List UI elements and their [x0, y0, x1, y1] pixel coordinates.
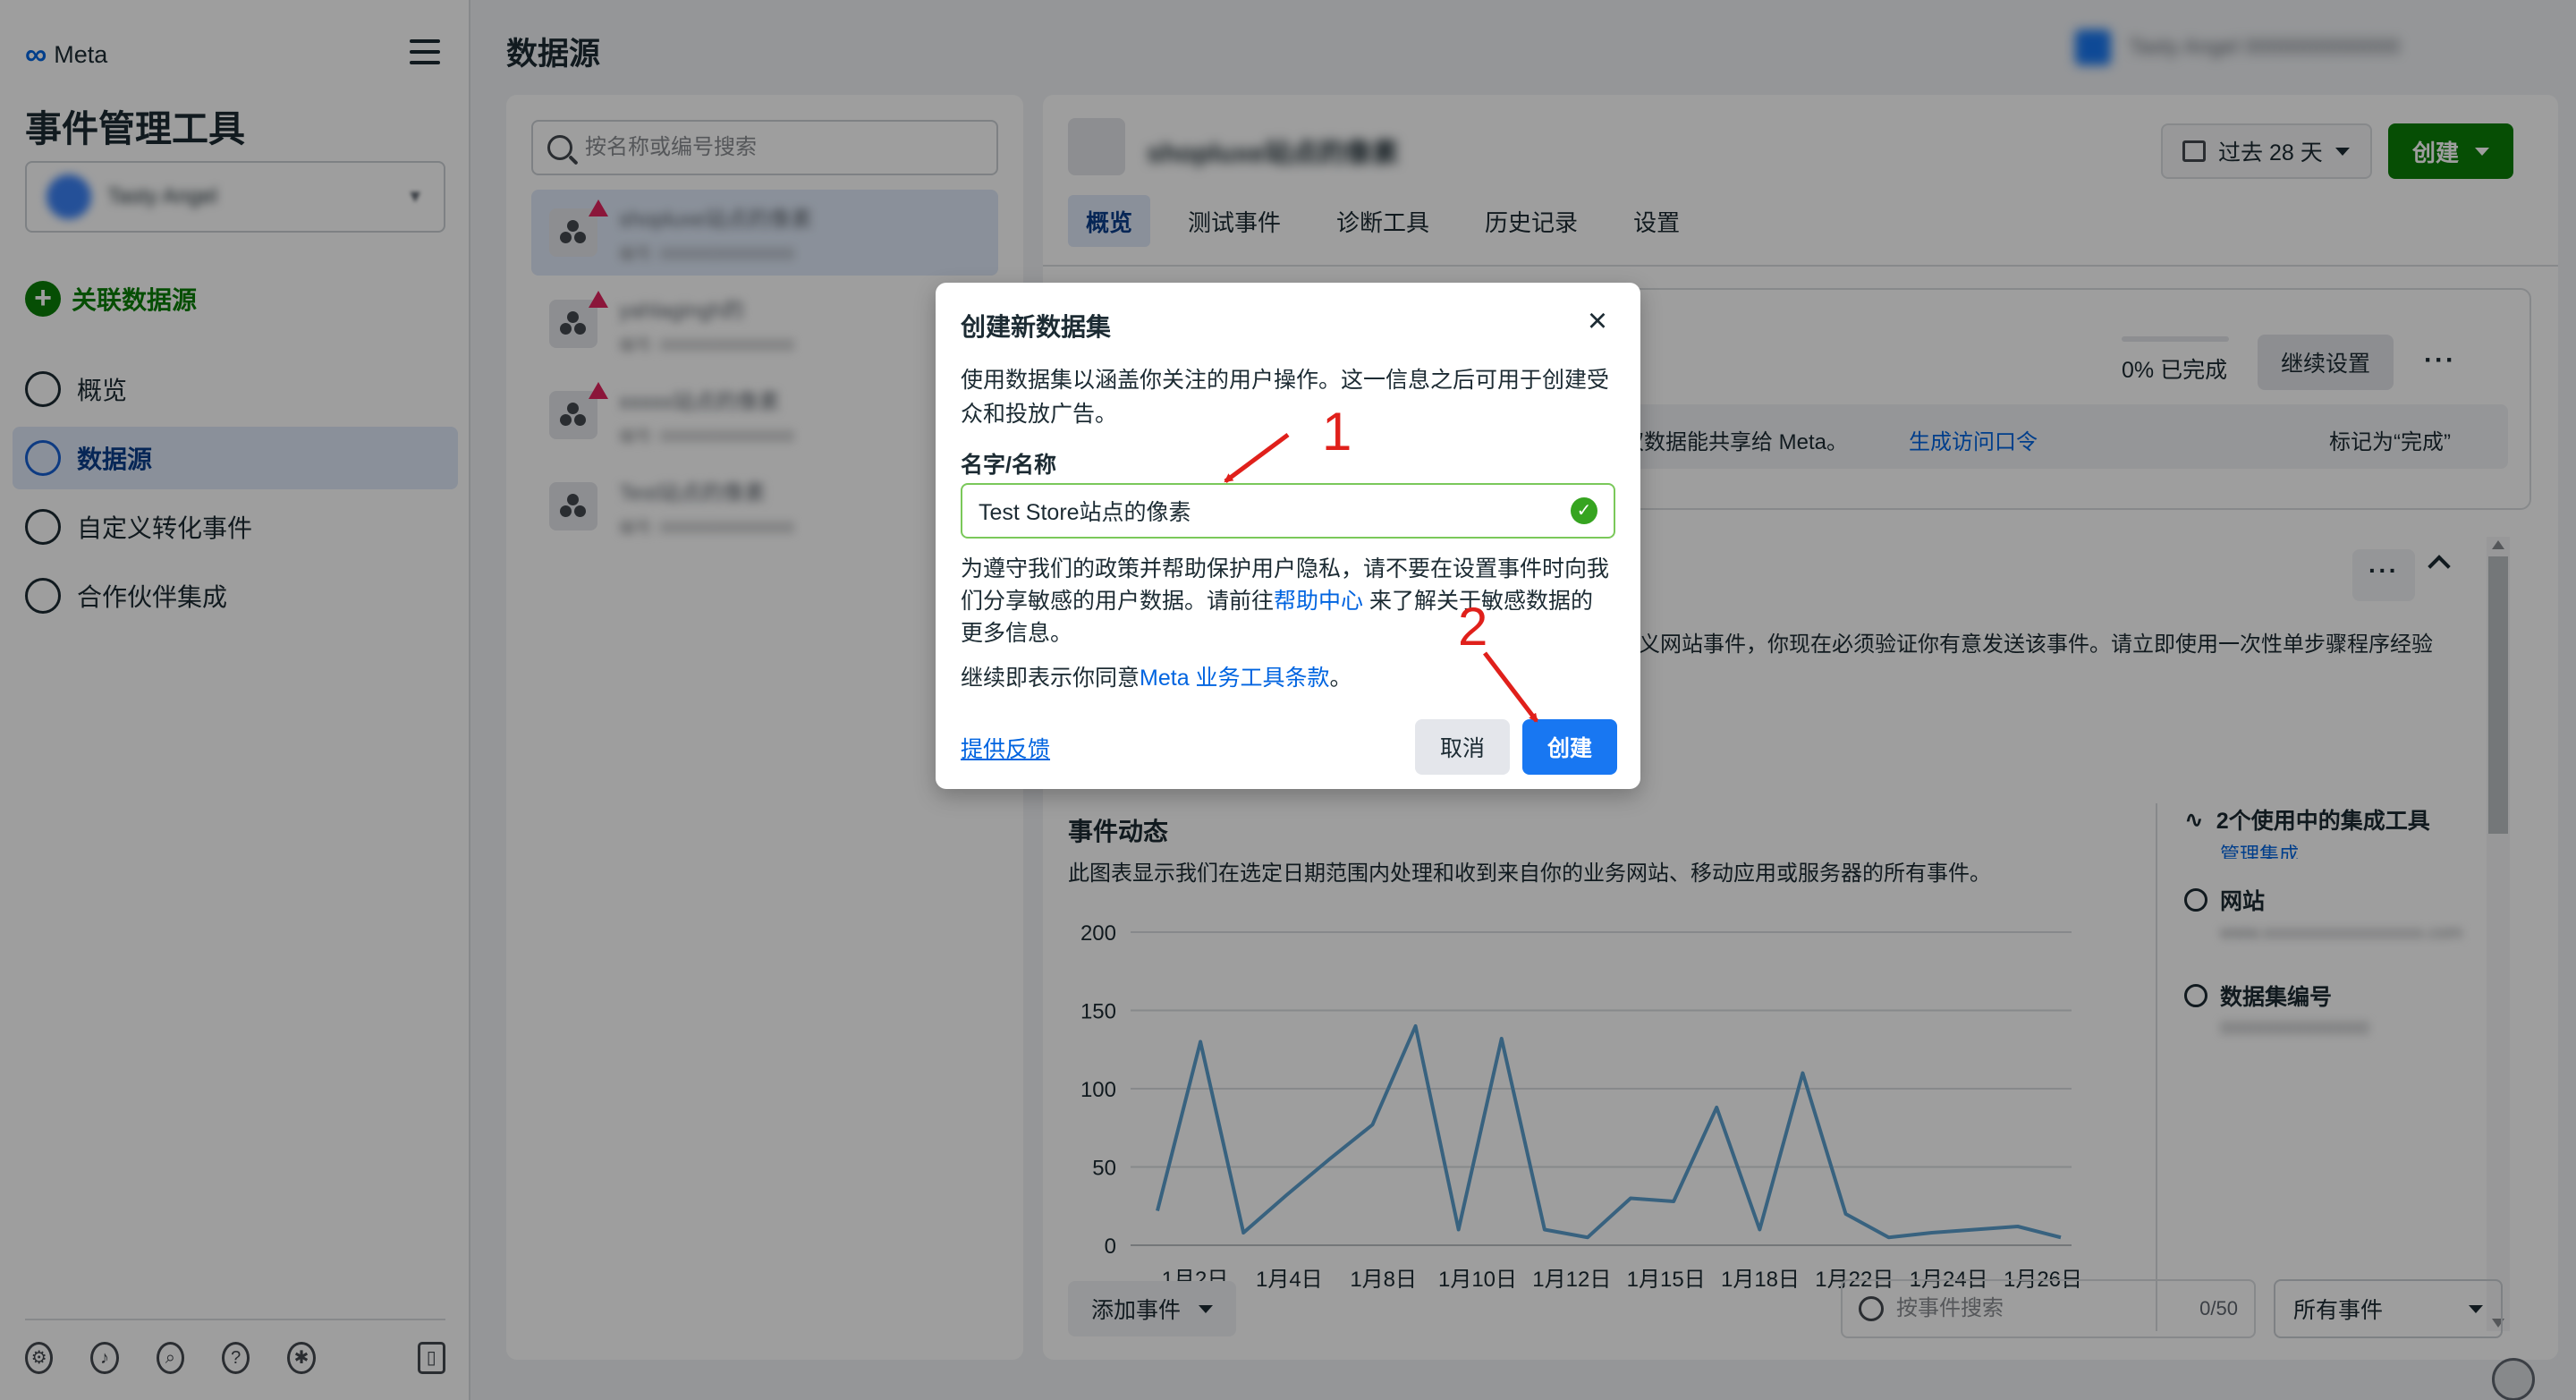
terms-text: 继续即表示你同意 [961, 666, 1140, 691]
dialog-description: 使用数据集以涵盖你关注的用户操作。这一信息之后可用于创建受众和投放广告。 [961, 368, 1610, 427]
create-button[interactable]: 创建 [1522, 719, 1617, 775]
dialog-title: 创建新数据集 [961, 313, 1112, 341]
name-field-label: 名字/名称 [961, 453, 1056, 478]
check-circle-icon: ✓ [1571, 497, 1597, 524]
dataset-name-input[interactable] [979, 497, 1571, 524]
name-field[interactable]: ✓ [961, 483, 1615, 539]
help-center-link[interactable]: 帮助中心 [1274, 589, 1363, 614]
privacy-notice: 为遵守我们的政策并帮助保护用户隐私，请不要在设置事件时向我们分享敏感的用户数据。… [961, 553, 1614, 649]
cancel-button[interactable]: 取消 [1415, 719, 1510, 775]
terms-text-end: 。 [1329, 666, 1352, 691]
business-tools-terms-link[interactable]: Meta 业务工具条款 [1140, 666, 1330, 691]
feedback-link[interactable]: 提供反馈 [961, 732, 1050, 764]
create-dataset-dialog: 创建新数据集 × 使用数据集以涵盖你关注的用户操作。这一信息之后可用于创建受众和… [936, 283, 1640, 789]
annotation-number-2: 2 [1458, 597, 1488, 657]
terms-notice: 继续即表示你同意Meta 业务工具条款。 [961, 660, 1352, 692]
close-icon[interactable]: × [1580, 304, 1615, 340]
annotation-number-1: 1 [1322, 402, 1352, 462]
